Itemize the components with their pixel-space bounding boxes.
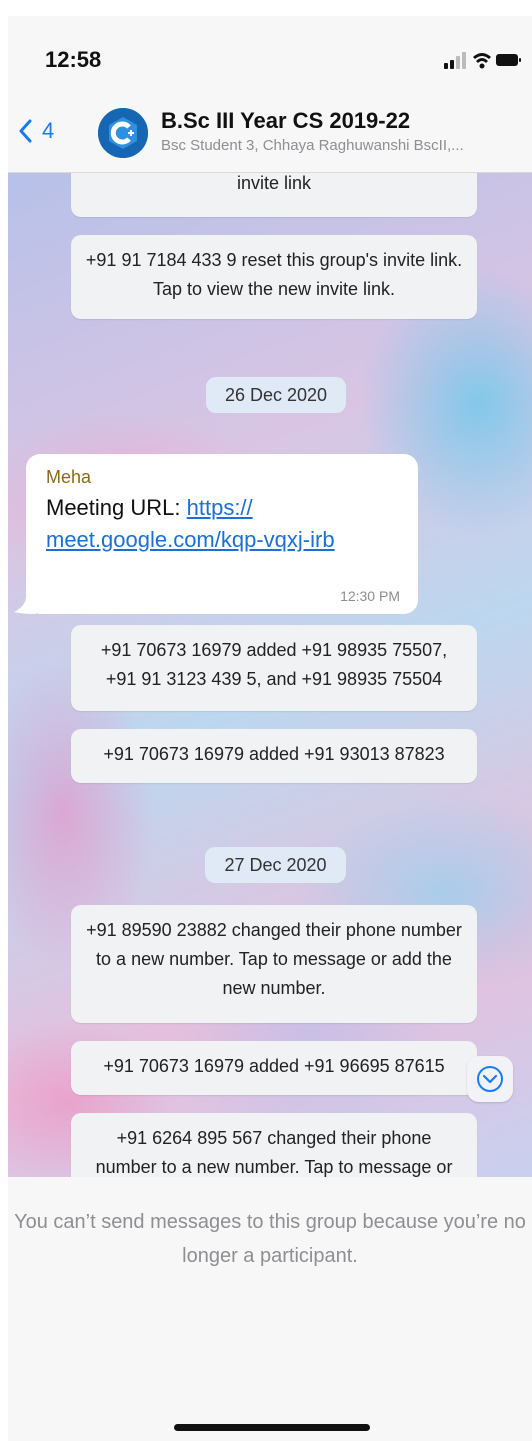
message-sender: Meha bbox=[46, 467, 92, 487]
system-notice-added: +91 70673 16979 added +91 96695 87615 bbox=[71, 1041, 477, 1095]
not-participant-notice: You can’t send messages to this group be… bbox=[14, 1211, 526, 1267]
date-separator: 27 Dec 2020 bbox=[205, 847, 346, 883]
chevron-left-icon bbox=[19, 119, 32, 143]
chat-screen: 12:58 4 B.Sc III Year CS 2019-22 Bsc Stu… bbox=[8, 16, 532, 1441]
status-time: 12:58 bbox=[45, 47, 102, 72]
chat-area[interactable]: invite link +91 91 7184 433 9 reset this… bbox=[8, 173, 532, 1177]
meeting-link-cont[interactable]: meet.google.com/kqp-vqxj-irb bbox=[46, 527, 335, 552]
meeting-link[interactable]: https:// bbox=[187, 495, 253, 520]
system-notice-changed-number[interactable]: +91 6264 895 567 changed their phone num… bbox=[71, 1113, 477, 1177]
system-notice-changed-number[interactable]: +91 89590 23882 changed their phone numb… bbox=[71, 905, 477, 1023]
home-indicator[interactable] bbox=[174, 1424, 370, 1431]
chat-header: 12:58 4 B.Sc III Year CS 2019-22 Bsc Stu… bbox=[8, 16, 532, 173]
unread-count: 4 bbox=[42, 118, 55, 143]
group-participants[interactable]: Bsc Student 3, Chhaya Raghuwanshi BscII,… bbox=[161, 137, 523, 154]
message-bubble[interactable]: Meha Meeting URL: https:// meet.google.c… bbox=[26, 454, 418, 614]
signal-icon bbox=[444, 52, 466, 69]
wifi-icon bbox=[473, 53, 491, 69]
message-time: 12:30 PM bbox=[340, 588, 400, 604]
group-title[interactable]: B.Sc III Year CS 2019-22 bbox=[161, 108, 410, 134]
system-notice-added: +91 70673 16979 added +91 93013 87823 bbox=[71, 729, 477, 783]
system-notice-partial: invite link bbox=[71, 173, 477, 217]
bubble-tail bbox=[14, 596, 36, 614]
date-separator: 26 Dec 2020 bbox=[206, 377, 346, 413]
battery-icon bbox=[496, 54, 521, 66]
status-icons bbox=[444, 50, 522, 70]
message-text: Meeting URL: https:// meet.google.com/kq… bbox=[46, 495, 335, 552]
input-footer: You can’t send messages to this group be… bbox=[8, 1177, 532, 1441]
back-button[interactable]: 4 bbox=[18, 118, 54, 144]
chevron-down-circle-icon bbox=[477, 1066, 503, 1092]
status-icons-svg bbox=[444, 52, 521, 69]
group-avatar-icon[interactable] bbox=[98, 108, 148, 158]
system-notice-reset-link[interactable]: +91 91 7184 433 9 reset this group's inv… bbox=[71, 235, 477, 319]
scroll-to-bottom-button[interactable] bbox=[467, 1056, 513, 1102]
system-notice-added: +91 70673 16979 added +91 98935 75507, +… bbox=[71, 625, 477, 711]
